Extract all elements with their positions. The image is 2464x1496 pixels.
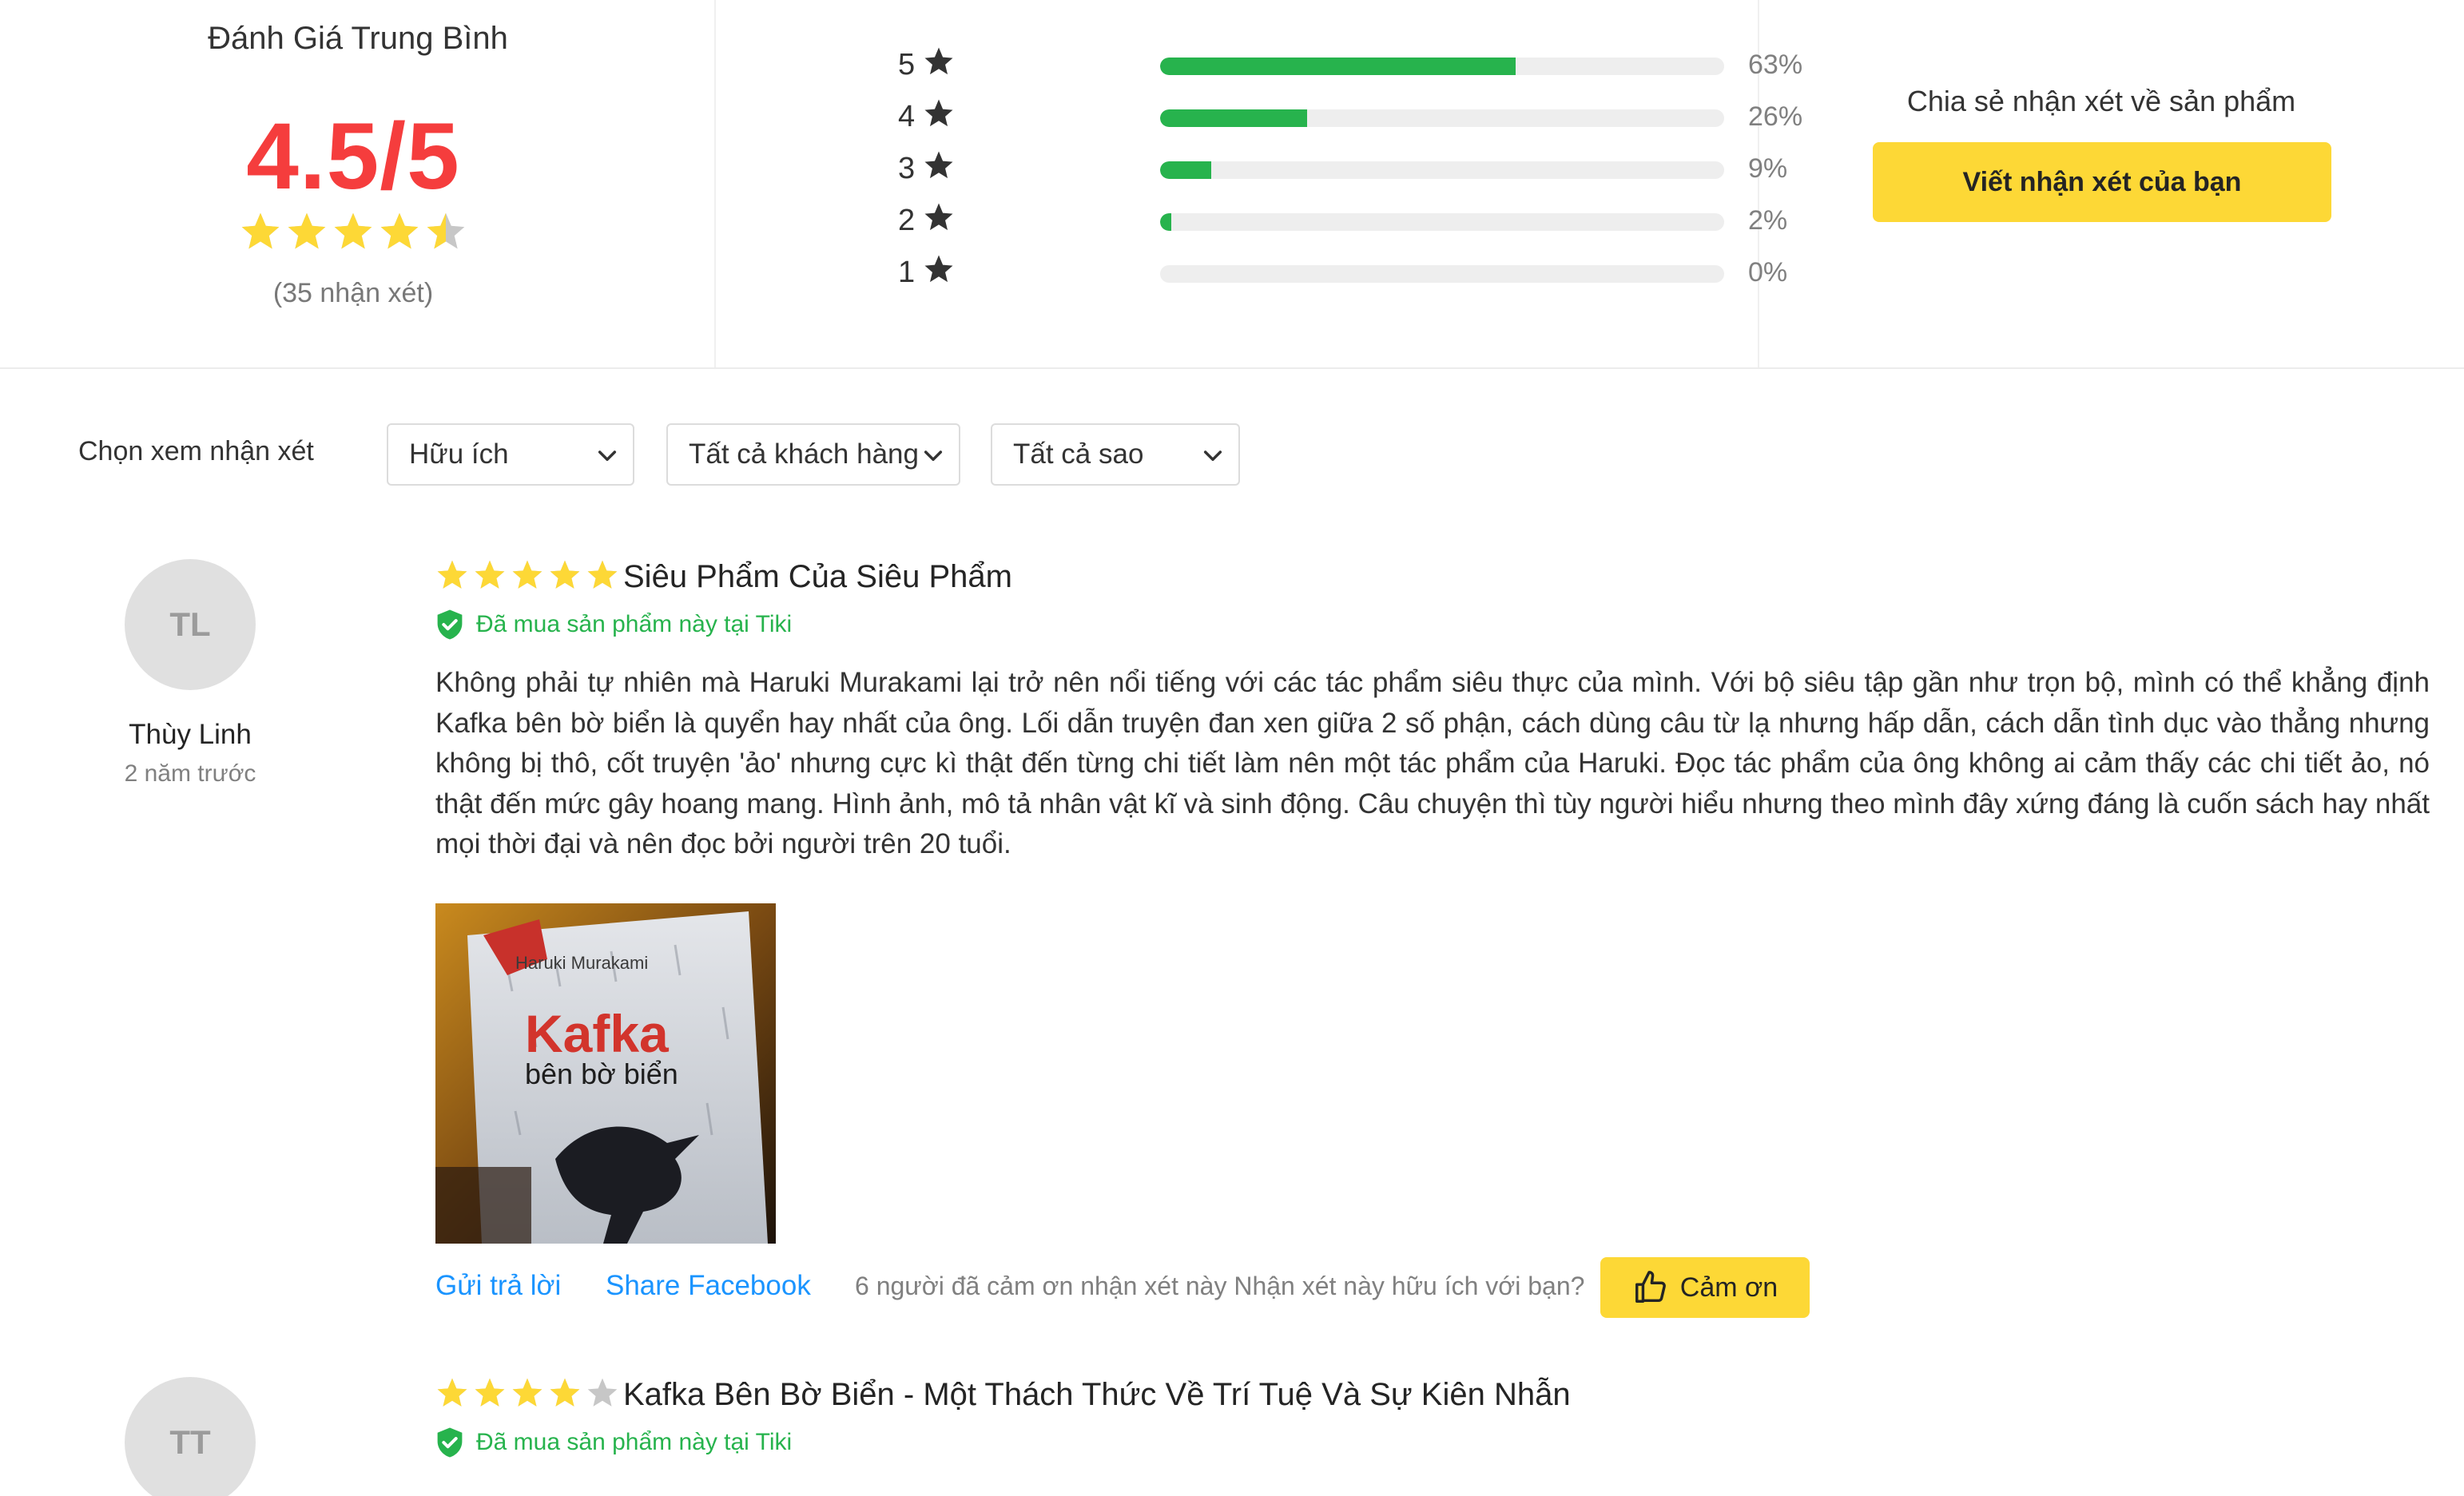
rating-bar-fill bbox=[1160, 109, 1307, 127]
review-title: Siêu Phẩm Của Siêu Phẩm bbox=[623, 559, 1012, 594]
thumbs-up-icon bbox=[1635, 1271, 1666, 1303]
rating-bar-track bbox=[1160, 109, 1724, 127]
rating-bar-stars: 1 bbox=[898, 256, 916, 289]
verified-purchase: Đã mua sản phẩm này tại Tiki bbox=[435, 1427, 792, 1458]
thanks-button-label: Cảm ơn bbox=[1679, 1272, 1778, 1303]
write-review-panel: Chia sẻ nhận xét về sản phẩm Viết nhận x… bbox=[1761, 0, 2464, 367]
star-icon bbox=[587, 1378, 618, 1407]
rating-bar-row[interactable]: 2 2% bbox=[898, 200, 1787, 240]
star-icon bbox=[334, 212, 372, 249]
rating-bar-fill bbox=[1160, 161, 1211, 179]
review-stars bbox=[435, 1375, 620, 1411]
star-icon bbox=[924, 203, 953, 231]
rating-bar-stars: 3 bbox=[898, 152, 916, 185]
rating-distribution: 5 63% 4 26% 3 9% 2 2% 1 0% bbox=[717, 0, 1802, 367]
thanks-button[interactable]: Cảm ơn bbox=[1600, 1257, 1810, 1318]
rating-bar-row[interactable]: 5 63% bbox=[898, 45, 1802, 85]
rating-bar-stars: 2 bbox=[898, 204, 916, 237]
star-icon bbox=[437, 560, 467, 589]
star-filter-value: Tất cả sao bbox=[1013, 438, 1144, 470]
rating-bar-row[interactable]: 1 0% bbox=[898, 252, 1787, 292]
verified-purchase-text: Đã mua sản phẩm này tại Tiki bbox=[476, 611, 793, 637]
book-author: Haruki Murakami bbox=[515, 953, 648, 973]
star-icon bbox=[512, 560, 542, 589]
reviewer-name: Thùy Linh bbox=[129, 719, 252, 750]
star-icon bbox=[924, 47, 953, 75]
verified-purchase-text: Đã mua sản phẩm này tại Tiki bbox=[476, 1429, 793, 1455]
chevron-down-icon bbox=[1203, 450, 1222, 462]
rating-bar-stars: 5 bbox=[898, 48, 916, 81]
star-icon bbox=[380, 212, 419, 249]
share-review-label: Chia sẻ nhận xét về sản phẩm bbox=[1906, 85, 2296, 117]
star-filter-select[interactable]: Tất cả sao bbox=[991, 423, 1240, 486]
write-review-button[interactable]: Viết nhận xét của bạn bbox=[1873, 142, 2331, 222]
review-photo[interactable]: Haruki Murakami Kafka bên bờ biển bbox=[435, 903, 776, 1244]
chevron-down-icon bbox=[598, 450, 617, 462]
rating-bar-track bbox=[1160, 265, 1724, 283]
verified-shield-icon bbox=[437, 609, 463, 640]
book-subtitle: bên bờ biển bbox=[525, 1058, 678, 1090]
share-facebook-link[interactable]: Share Facebook bbox=[606, 1270, 811, 1302]
rating-bar-track bbox=[1160, 58, 1724, 75]
customer-filter-select[interactable]: Tất cả khách hàng bbox=[666, 423, 960, 486]
rating-bar-track bbox=[1160, 213, 1724, 231]
rating-bar-fill bbox=[1160, 213, 1172, 231]
sort-select[interactable]: Hữu ích bbox=[387, 423, 634, 486]
star-icon bbox=[437, 1378, 467, 1407]
average-rating-score: 4.5/5 bbox=[246, 104, 460, 209]
average-rating-title: Đánh Giá Trung Bình bbox=[208, 21, 508, 56]
verified-purchase: Đã mua sản phẩm này tại Tiki bbox=[435, 609, 792, 641]
average-rating-stars bbox=[238, 209, 468, 257]
star-icon bbox=[924, 255, 953, 283]
rating-bar-track bbox=[1160, 161, 1724, 179]
sort-select-value: Hữu ích bbox=[409, 438, 509, 470]
star-icon bbox=[924, 99, 953, 127]
rating-bar-fill bbox=[1160, 58, 1516, 75]
thanks-count-text: 6 người đã cảm ơn nhận xét này Nhận xét … bbox=[855, 1272, 1585, 1300]
review-content: Không phải tự nhiên mà Haruki Murakami l… bbox=[435, 667, 2430, 859]
verified-shield-icon bbox=[437, 1427, 463, 1458]
filter-label: Chọn xem nhận xét bbox=[78, 436, 314, 466]
star-icon bbox=[550, 560, 580, 589]
avatar: TT bbox=[125, 1377, 256, 1496]
star-icon bbox=[512, 1378, 542, 1407]
star-icon bbox=[550, 1378, 580, 1407]
review-stars bbox=[435, 558, 620, 593]
star-icon bbox=[587, 560, 618, 589]
book-title: Kafka bbox=[525, 1004, 670, 1063]
star-icon bbox=[241, 212, 280, 249]
star-icon bbox=[427, 212, 465, 249]
rating-summary: Đánh Giá Trung Bình 4.5/5 (35 nhận xét) … bbox=[0, 0, 2464, 369]
customer-filter-value: Tất cả khách hàng bbox=[689, 438, 919, 470]
avatar: TL bbox=[125, 559, 256, 690]
book-cover-image: Haruki Murakami Kafka bên bờ biển bbox=[435, 903, 776, 1244]
review-time: 2 năm trước bbox=[124, 760, 256, 787]
average-rating-panel: Đánh Giá Trung Bình 4.5/5 (35 nhận xét) bbox=[0, 0, 716, 367]
reply-link[interactable]: Gửi trả lời bbox=[435, 1270, 561, 1302]
star-icon bbox=[288, 212, 326, 249]
chevron-down-icon bbox=[924, 450, 943, 462]
review-count: (35 nhận xét) bbox=[272, 278, 434, 308]
rating-bar-row[interactable]: 3 9% bbox=[898, 149, 1787, 188]
star-icon bbox=[475, 560, 505, 589]
rating-bar-row[interactable]: 4 26% bbox=[898, 97, 1802, 137]
rating-bar-stars: 4 bbox=[898, 100, 916, 133]
star-icon bbox=[475, 1378, 505, 1407]
star-icon bbox=[924, 151, 953, 179]
review-title: Kafka Bên Bờ Biển - Một Thách Thức Về Tr… bbox=[623, 1377, 1571, 1412]
